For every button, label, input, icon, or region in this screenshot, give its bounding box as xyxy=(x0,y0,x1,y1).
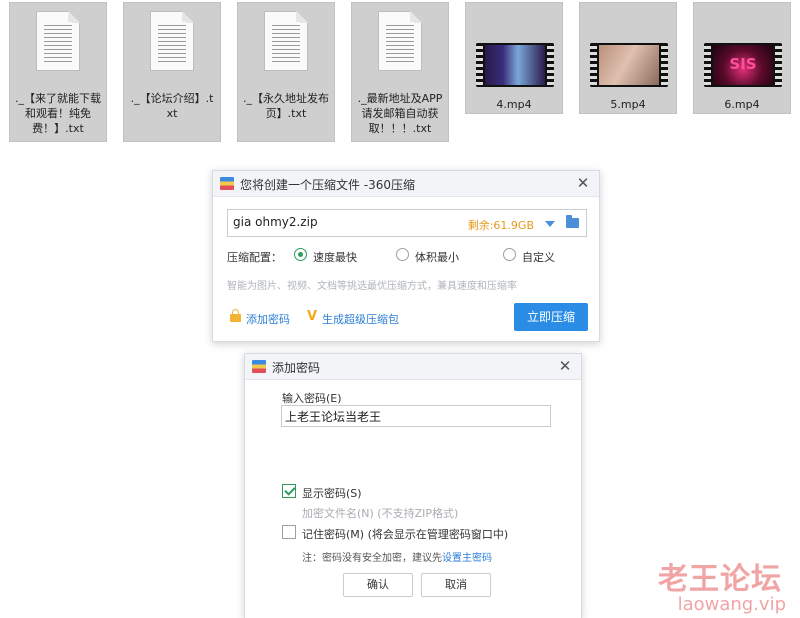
super-package-link[interactable]: 生成超级压缩包 xyxy=(322,311,399,327)
dialog-titlebar[interactable]: 添加密码 ✕ xyxy=(245,354,581,380)
lock-icon xyxy=(230,309,241,322)
note-text: 注：密码没有安全加密，建议先 xyxy=(302,553,442,564)
config-label: 压缩配置： xyxy=(227,251,282,264)
password-field[interactable] xyxy=(281,405,551,427)
video-thumbnail-icon: SIS xyxy=(704,43,782,87)
file-item-txt-2[interactable]: ._【论坛介绍】.txt xyxy=(123,2,221,142)
compress-hint: 智能为图片、视频、文档等挑选最优压缩方式，兼具速度和压缩率 xyxy=(227,281,517,292)
text-file-icon xyxy=(36,11,80,71)
compress-dialog: 您将创建一个压缩文件 -360压缩 ✕ 剩余:61.9GB 压缩配置： 速度最快… xyxy=(212,170,600,342)
file-name: ._最新地址及APP请发邮箱自动获取！！！.txt xyxy=(357,92,443,135)
add-password-dialog: 添加密码 ✕ 输入密码(E) 显示密码(S) 加密文件名(N) (不支持ZIP格… xyxy=(244,353,582,618)
ok-button[interactable]: 确认 xyxy=(343,573,413,597)
cancel-button[interactable]: 取消 xyxy=(421,573,491,597)
video-logo: SIS xyxy=(729,55,757,73)
archive-app-icon xyxy=(252,360,266,373)
file-item-txt-1[interactable]: ._【来了就能下载和观看！纯免费！】.txt xyxy=(9,2,107,142)
show-password-label: 显示密码(S) xyxy=(302,487,362,500)
password-input[interactable] xyxy=(285,409,545,423)
radio-custom[interactable] xyxy=(503,248,516,261)
file-item-video-5[interactable]: 5.mp4 xyxy=(579,2,677,114)
file-name: 6.mp4 xyxy=(724,98,760,111)
radio-speed-fastest[interactable] xyxy=(294,248,307,261)
password-label: 输入密码(E) xyxy=(282,392,342,405)
set-master-password-link[interactable]: 设置主密码 xyxy=(442,553,492,564)
watermark-logo-cn: 老王论坛 xyxy=(658,562,782,597)
file-item-video-4[interactable]: 4.mp4 xyxy=(465,2,563,114)
v-badge-icon: V xyxy=(307,309,318,324)
text-file-icon xyxy=(264,11,308,71)
file-name: ._【来了就能下载和观看！纯免费！】.txt xyxy=(15,92,101,135)
radio-label: 体积最小 xyxy=(415,251,459,264)
video-thumbnail-icon xyxy=(590,43,668,87)
radio-size-smallest[interactable] xyxy=(396,248,409,261)
add-password-link[interactable]: 添加密码 xyxy=(246,311,290,327)
file-name: ._【论坛介绍】.txt xyxy=(130,92,214,120)
close-button[interactable]: ✕ xyxy=(574,174,592,192)
remember-password-label: 记住密码(M) (将会显示在管理密码窗口中) xyxy=(302,528,509,541)
video-thumbnail-icon xyxy=(476,43,554,87)
security-note: 注：密码没有安全加密，建议先设置主密码 xyxy=(302,549,492,564)
archive-path-field[interactable]: 剩余:61.9GB xyxy=(227,209,587,237)
text-file-icon xyxy=(150,11,194,71)
remember-password-checkbox[interactable] xyxy=(282,525,296,539)
file-item-txt-4[interactable]: ._最新地址及APP请发邮箱自动获取！！！.txt xyxy=(351,2,449,142)
file-name: 5.mp4 xyxy=(610,98,646,111)
dialog-title: 添加密码 xyxy=(272,361,321,375)
close-button[interactable]: ✕ xyxy=(556,357,574,375)
desktop: ._【来了就能下载和观看！纯免费！】.txt ._【论坛介绍】.txt ._【永… xyxy=(0,0,800,618)
radio-label: 自定义 xyxy=(522,251,555,264)
watermark-logo-en: laowang.vip xyxy=(677,594,786,615)
text-file-icon xyxy=(378,11,422,71)
file-item-video-6[interactable]: SIS 6.mp4 xyxy=(693,2,791,114)
file-name: ._【永久地址发布页】.txt xyxy=(243,92,329,120)
compress-now-button[interactable]: 立即压缩 xyxy=(514,303,588,331)
archive-app-icon xyxy=(220,177,234,190)
dialog-titlebar[interactable]: 您将创建一个压缩文件 -360压缩 ✕ xyxy=(213,171,599,197)
dialog-title: 您将创建一个压缩文件 -360压缩 xyxy=(240,178,416,192)
free-space-label: 剩余:61.9GB xyxy=(467,219,534,232)
archive-filename-input[interactable] xyxy=(233,215,473,229)
radio-label: 速度最快 xyxy=(313,251,357,264)
show-password-checkbox[interactable] xyxy=(282,484,296,498)
file-item-txt-3[interactable]: ._【永久地址发布页】.txt xyxy=(237,2,335,142)
file-name: 4.mp4 xyxy=(496,98,532,111)
chevron-down-icon[interactable] xyxy=(545,221,555,227)
folder-icon[interactable] xyxy=(566,215,579,228)
encrypt-filenames-label: 加密文件名(N) (不支持ZIP格式) xyxy=(302,507,459,520)
